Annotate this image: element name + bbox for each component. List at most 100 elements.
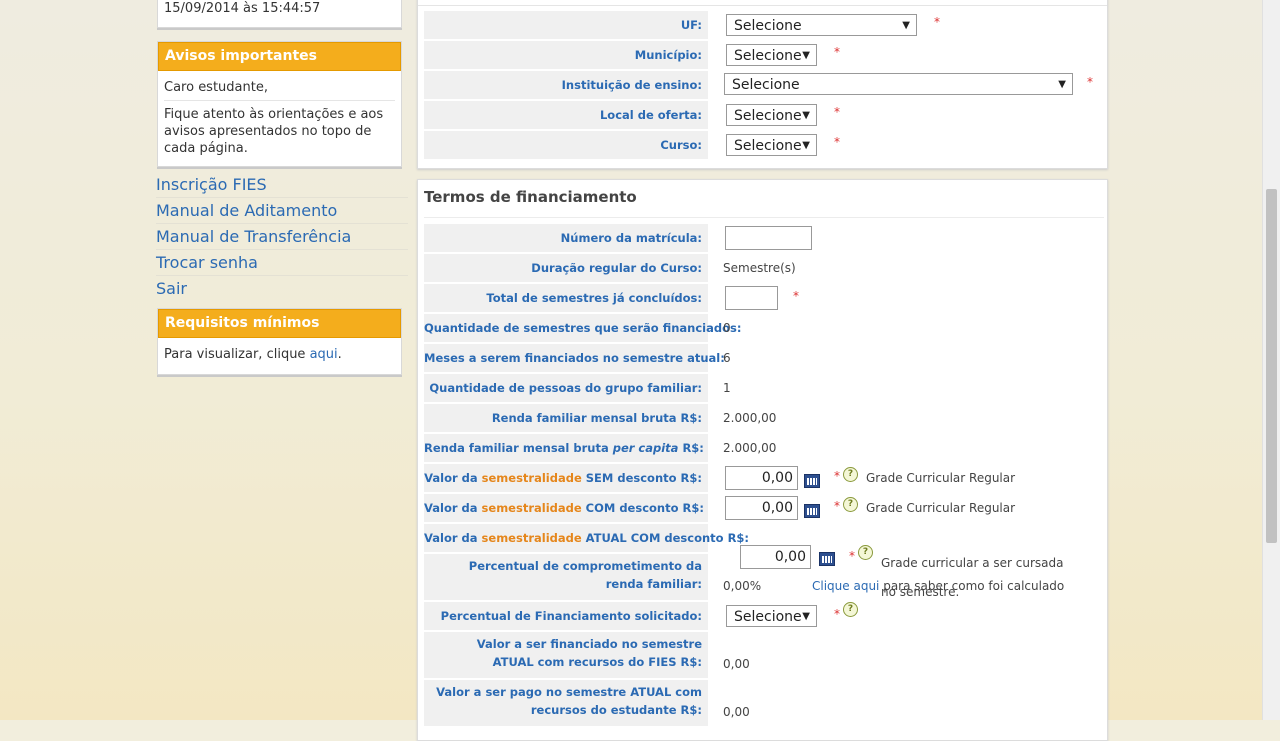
local-oferta-label: Local de oferta: — [424, 101, 708, 129]
required-marker: * — [834, 607, 840, 621]
session-box: 15/09/2014 às 15:44:57 — [157, 0, 402, 28]
help-icon[interactable]: ? — [843, 467, 858, 482]
financiamento-select[interactable]: Selecione ▼ — [726, 605, 817, 627]
semestralidade-atual-label: Valor da semestralidade ATUAL COM descon… — [424, 524, 749, 552]
qtd-semestres-row: Quantidade de semestres que serão financ… — [424, 314, 1106, 342]
help-icon[interactable]: ? — [858, 545, 873, 560]
curso-select[interactable]: Selecione ▼ — [726, 134, 817, 156]
scrollbar-thumb[interactable] — [1266, 189, 1277, 543]
uf-select[interactable]: Selecione ▼ — [726, 14, 917, 36]
menu-manual-aditamento[interactable]: Manual de Aditamento — [156, 198, 408, 224]
renda-pc-label-b: per capita — [612, 441, 679, 455]
avisos-title: Avisos importantes — [158, 42, 401, 71]
qtd-semestres-value: 0 — [723, 321, 731, 335]
municipio-row: Município: Selecione ▼ * — [424, 41, 1106, 69]
requisitos-link[interactable]: aqui — [310, 347, 338, 362]
instituicao-select-value: Selecione — [732, 77, 800, 93]
label-part: Valor da — [424, 501, 482, 515]
requisitos-title: Requisitos mínimos — [158, 309, 401, 338]
pessoas-value: 1 — [723, 381, 731, 395]
semestralidade-sem-label: Valor da semestralidade SEM desconto R$: — [424, 464, 708, 492]
pessoas-label: Quantidade de pessoas do grupo familiar: — [424, 374, 708, 402]
semestralidade-com-row: Valor da semestralidade COM desconto R$:… — [424, 494, 1106, 522]
required-marker: * — [834, 135, 840, 149]
meses-label: Meses a serem financiados no semestre at… — [424, 344, 725, 372]
semestralidade-sem-input[interactable]: 0,00 — [725, 466, 798, 490]
numero-matricula-input[interactable] — [725, 226, 812, 250]
label-part: SEM desconto R$: — [581, 471, 702, 485]
termos-title: Termos de financiamento — [424, 188, 637, 206]
duracao-row: Duração regular do Curso: Semestre(s) — [424, 254, 1106, 282]
page-scrollbar[interactable] — [1262, 0, 1280, 720]
total-semestres-input[interactable] — [725, 286, 778, 310]
instituicao-select[interactable]: Selecione ▼ — [724, 73, 1073, 95]
renda-value: 2.000,00 — [723, 411, 777, 425]
avisos-greeting: Caro estudante, — [164, 80, 268, 95]
local-oferta-select[interactable]: Selecione ▼ — [726, 104, 817, 126]
calculator-icon[interactable] — [804, 474, 820, 488]
valor-fies-row: Valor a ser financiado no semestre ATUAL… — [424, 632, 1106, 678]
requisitos-text-after: . — [337, 347, 342, 362]
calculator-icon[interactable] — [819, 552, 835, 566]
curso-select-value: Selecione — [734, 138, 802, 154]
curso-label: Curso: — [424, 131, 708, 159]
instituicao-label: Instituição de ensino: — [424, 71, 708, 99]
required-marker: * — [834, 499, 840, 513]
curso-row: Curso: Selecione ▼ * — [424, 131, 1106, 159]
semestralidade-word: semestralidade — [481, 531, 582, 545]
renda-pc-label-c: R$: — [678, 441, 704, 455]
label-part: Valor da — [424, 471, 482, 485]
label-part: Valor da — [424, 531, 482, 545]
course-selection-panel: UF: Selecione ▼ * Município: Selecione ▼ *… — [417, 0, 1108, 169]
grade-cursada-note: Grade curricular a ser cursada no semest… — [881, 556, 1064, 599]
calculator-icon[interactable] — [804, 504, 820, 518]
label-part: ATUAL COM desconto R$: — [581, 531, 750, 545]
duracao-label: Duração regular do Curso: — [424, 254, 708, 282]
municipio-select-value: Selecione — [734, 48, 802, 64]
requisitos-text-before: Para visualizar, clique — [164, 347, 310, 362]
label-part: COM desconto R$: — [581, 501, 704, 515]
semestralidade-word: semestralidade — [481, 471, 582, 485]
duracao-value: Semestre(s) — [723, 261, 796, 275]
financiamento-select-value: Selecione — [734, 609, 802, 625]
clique-aqui-link[interactable]: Clique aqui — [812, 579, 879, 593]
termos-panel: Termos de financiamento Número da matríc… — [417, 179, 1108, 741]
valor-estudante-row: Valor a ser pago no semestre ATUAL com r… — [424, 680, 1106, 726]
total-semestres-label: Total de semestres já concluídos: — [424, 284, 708, 312]
valor-estudante-value: 0,00 — [723, 705, 750, 719]
qtd-semestres-label: Quantidade de semestres que serão financ… — [424, 314, 741, 342]
help-icon[interactable]: ? — [843, 497, 858, 512]
renda-per-capita-value: 2.000,00 — [723, 441, 777, 455]
avisos-box: Avisos importantes Caro estudante, Fique… — [157, 41, 402, 167]
renda-per-capita-row: Renda familiar mensal bruta per capita R… — [424, 434, 1106, 462]
menu-manual-transferencia[interactable]: Manual de Transferência — [156, 224, 408, 250]
valor-fies-label: Valor a ser financiado no semestre ATUAL… — [424, 632, 708, 678]
requisitos-text: Para visualizar, clique aqui. — [158, 338, 401, 363]
menu-trocar-senha[interactable]: Trocar senha — [156, 250, 408, 276]
grade-note: Grade Curricular Regular — [866, 501, 1016, 515]
instituicao-row: Instituição de ensino: Selecione ▼ * — [424, 71, 1106, 99]
required-marker: * — [1087, 75, 1093, 89]
help-icon[interactable]: ? — [843, 602, 858, 617]
semestralidade-atual-input[interactable]: 0,00 — [740, 545, 811, 569]
municipio-select[interactable]: Selecione ▼ — [726, 44, 817, 66]
grade-note: Grade Curricular Regular — [866, 471, 1016, 485]
required-marker: * — [834, 105, 840, 119]
semestralidade-com-input[interactable]: 0,00 — [725, 496, 798, 520]
percentual-label: Percentual de comprometimento da renda f… — [424, 554, 708, 600]
meses-row: Meses a serem financiados no semestre at… — [424, 344, 1106, 372]
uf-select-value: Selecione — [734, 18, 802, 34]
menu-inscricao-fies[interactable]: Inscrição FIES — [156, 172, 408, 198]
divider — [418, 5, 1107, 6]
municipio-label: Município: — [424, 41, 708, 69]
percentual-value: 0,00% — [723, 579, 762, 593]
session-timestamp: 15/09/2014 às 15:44:57 — [164, 1, 321, 16]
semestralidade-com-label: Valor da semestralidade COM desconto R$: — [424, 494, 708, 522]
renda-label: Renda familiar mensal bruta R$: — [424, 404, 708, 432]
renda-row: Renda familiar mensal bruta R$: 2.000,00 — [424, 404, 1106, 432]
menu-sair[interactable]: Sair — [156, 276, 408, 301]
valor-estudante-label: Valor a ser pago no semestre ATUAL com r… — [424, 680, 708, 726]
financiamento-label: Percentual de Financiamento solicitado: — [424, 602, 708, 630]
requisitos-box: Requisitos mínimos Para visualizar, cliq… — [157, 308, 402, 375]
renda-pc-label-a: Renda familiar mensal bruta — [424, 441, 613, 455]
